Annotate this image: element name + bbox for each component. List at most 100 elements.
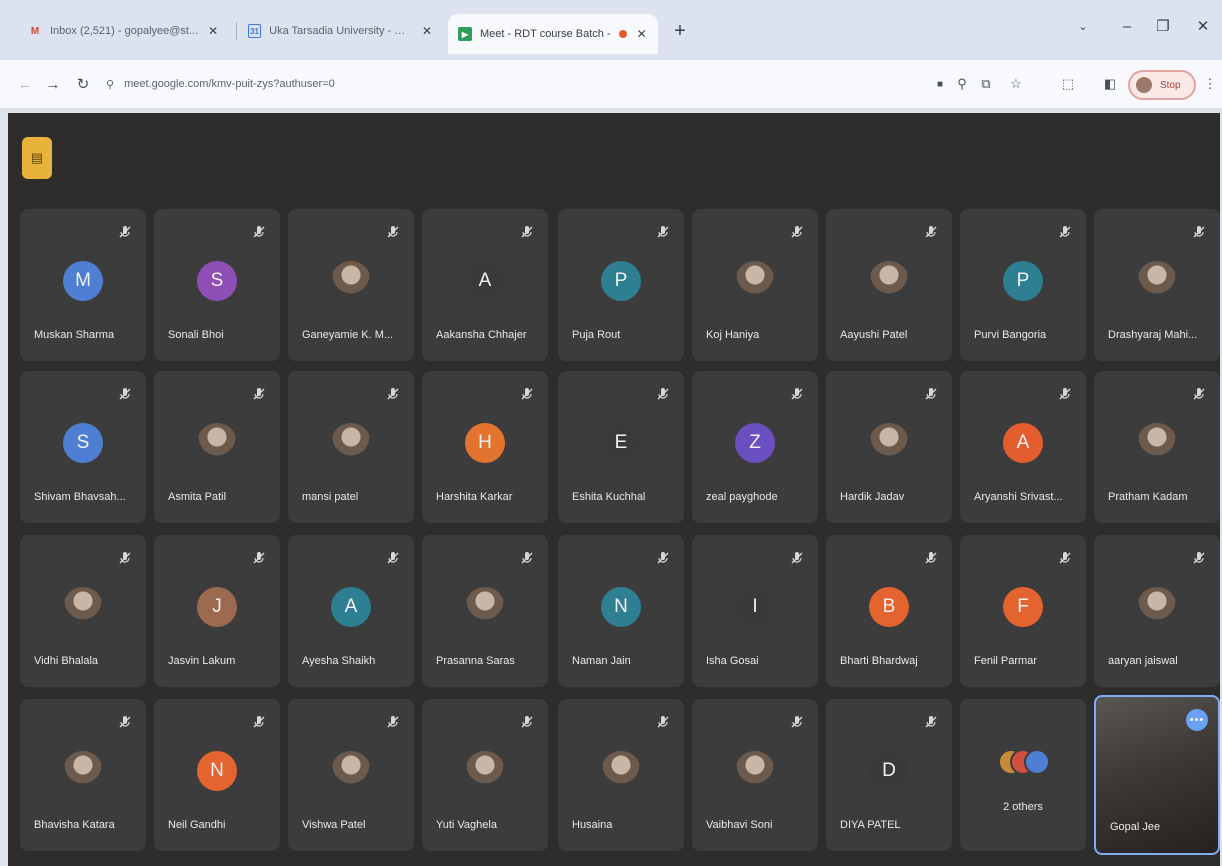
- participant-name: Vidhi Bhalala: [34, 655, 99, 667]
- participant-name: Yuti Vaghela: [436, 819, 497, 831]
- avatar: J: [197, 587, 237, 627]
- new-tab-button[interactable]: +: [668, 19, 692, 43]
- minimize-icon[interactable]: –: [1112, 14, 1142, 38]
- more-options-icon[interactable]: •••: [1186, 709, 1208, 731]
- avatar: I: [735, 587, 775, 627]
- participant-tile[interactable]: A Aakansha Chhajer: [422, 209, 548, 361]
- participant-tile[interactable]: Drashyaraj Mahi...: [1094, 209, 1220, 361]
- participant-tile[interactable]: Ganeyamie K. M...: [288, 209, 414, 361]
- reload-icon[interactable]: ↻: [72, 73, 94, 95]
- self-video-tile[interactable]: ••• Gopal Jee: [1094, 695, 1220, 855]
- participant-name: Neil Gandhi: [168, 819, 226, 831]
- participant-tile[interactable]: Hardik Jadav: [826, 371, 952, 523]
- avatar: [601, 751, 641, 791]
- url-text: meet.google.com/kmv-puit-zys?authuser=0: [124, 78, 335, 90]
- participant-tile[interactable]: B Bharti Bhardwaj: [826, 535, 952, 687]
- participant-name: Vaibhavi Soni: [706, 819, 773, 831]
- participant-tile[interactable]: P Puja Rout: [558, 209, 684, 361]
- bookmark-star-icon[interactable]: ☆: [1006, 73, 1026, 95]
- tab-title: Uka Tarsadia University - Calen: [269, 25, 412, 37]
- avatar: S: [197, 261, 237, 301]
- participant-tile[interactable]: S Sonali Bhoi: [154, 209, 280, 361]
- camera-in-use-icon[interactable]: ■: [930, 73, 950, 95]
- install-app-icon[interactable]: ⧉: [976, 73, 996, 95]
- participant-tile[interactable]: M Muskan Sharma: [20, 209, 146, 361]
- participant-tile[interactable]: A Ayesha Shaikh: [288, 535, 414, 687]
- participant-name: Pratham Kadam: [1108, 491, 1188, 503]
- participant-tile[interactable]: D DIYA PATEL: [826, 699, 952, 851]
- participant-name: Harshita Karkar: [436, 491, 513, 503]
- participant-tile[interactable]: N Naman Jain: [558, 535, 684, 687]
- avatar: A: [1003, 423, 1043, 463]
- participant-tile[interactable]: Husaina: [558, 699, 684, 851]
- maximize-icon[interactable]: ❐: [1148, 14, 1178, 38]
- tab-calendar[interactable]: 31 Uka Tarsadia University - Calen ✕: [238, 14, 442, 48]
- tab-search-chevron-icon[interactable]: ⌄: [1068, 14, 1098, 38]
- profile-button[interactable]: Stop: [1128, 70, 1196, 100]
- participant-tile[interactable]: A Aryanshi Srivast...: [960, 371, 1086, 523]
- participant-tile[interactable]: Bhavisha Katara: [20, 699, 146, 851]
- avatar: N: [601, 587, 641, 627]
- calendar-icon: 31: [248, 24, 262, 38]
- mic-off-icon: [118, 551, 132, 565]
- side-panel-icon[interactable]: ◧: [1100, 73, 1120, 95]
- participant-tile[interactable]: P Purvi Bangoria: [960, 209, 1086, 361]
- avatar: B: [869, 587, 909, 627]
- avatar: [735, 751, 775, 791]
- participant-name: Koj Haniya: [706, 329, 760, 341]
- avatar: [63, 751, 103, 791]
- mic-off-icon: [924, 387, 938, 401]
- participant-tile[interactable]: Vaibhavi Soni: [692, 699, 818, 851]
- menu-kebab-icon[interactable]: ⋮: [1200, 73, 1220, 95]
- participant-tile[interactable]: Pratham Kadam: [1094, 371, 1220, 523]
- self-name: Gopal Jee: [1110, 821, 1161, 833]
- participant-tile[interactable]: Zzeal payghode: [692, 371, 818, 523]
- participant-name: Asmita Patil: [168, 491, 227, 503]
- avatar: E: [601, 423, 641, 463]
- participant-tile[interactable]: H Harshita Karkar: [422, 371, 548, 523]
- participant-tile[interactable]: Asmita Patil: [154, 371, 280, 523]
- participant-name: Aakansha Chhajer: [436, 329, 527, 341]
- mic-off-icon: [924, 225, 938, 239]
- participant-tile[interactable]: Aayushi Patel: [826, 209, 952, 361]
- participant-tile[interactable]: mansi patel: [288, 371, 414, 523]
- close-icon[interactable]: ✕: [422, 24, 432, 38]
- participant-tile[interactable]: N Neil Gandhi: [154, 699, 280, 851]
- participant-tile[interactable]: F Fenil Parmar: [960, 535, 1086, 687]
- close-icon[interactable]: ✕: [637, 27, 647, 41]
- mic-off-icon: [1058, 225, 1072, 239]
- mic-off-icon: [1192, 551, 1206, 565]
- participant-tile[interactable]: aaryan jaiswal: [1094, 535, 1220, 687]
- others-tile[interactable]: 2 others: [960, 699, 1086, 851]
- mic-off-icon: [520, 551, 534, 565]
- meet-icon: ▶: [458, 27, 472, 41]
- zoom-icon[interactable]: ⚲: [952, 73, 972, 95]
- avatar: S: [63, 423, 103, 463]
- participant-name: Eshita Kuchhal: [572, 491, 646, 503]
- avatar: [869, 261, 909, 301]
- participant-tile[interactable]: Vishwa Patel: [288, 699, 414, 851]
- window-close-icon[interactable]: ✕: [1188, 14, 1218, 38]
- avatar: M: [63, 261, 103, 301]
- participant-name: Shivam Bhavsah...: [34, 491, 126, 503]
- site-info-icon[interactable]: ⚲: [106, 78, 114, 91]
- participant-tile[interactable]: J Jasvin Lakum: [154, 535, 280, 687]
- participant-tile[interactable]: S Shivam Bhavsah...: [20, 371, 146, 523]
- participant-tile[interactable]: E Eshita Kuchhal: [558, 371, 684, 523]
- tab-gmail[interactable]: M Inbox (2,521) - gopalyee@st... ✕: [18, 14, 236, 48]
- participant-tile[interactable]: Yuti Vaghela: [422, 699, 548, 851]
- forward-arrow-icon[interactable]: →: [42, 73, 64, 95]
- meet-video-grid: ▤ M Muskan Sharma S Sonali Bhoi Ganeyamie K.…: [8, 113, 1220, 866]
- extensions-icon[interactable]: ⬚: [1058, 73, 1078, 95]
- mic-off-icon: [656, 387, 670, 401]
- participant-tile[interactable]: Prasanna Saras: [422, 535, 548, 687]
- close-icon[interactable]: ✕: [208, 24, 218, 38]
- participant-tile[interactable]: I Isha Gosai: [692, 535, 818, 687]
- meeting-info-icon[interactable]: ▤: [22, 137, 52, 179]
- mic-off-icon: [790, 551, 804, 565]
- tab-meet[interactable]: ▶ Meet - RDT course Batch - ✕: [448, 14, 658, 54]
- back-arrow-icon[interactable]: ←: [14, 73, 36, 95]
- address-bar[interactable]: ⚲ meet.google.com/kmv-puit-zys?authuser=…: [106, 72, 906, 96]
- participant-tile[interactable]: Koj Haniya: [692, 209, 818, 361]
- participant-tile[interactable]: Vidhi Bhalala: [20, 535, 146, 687]
